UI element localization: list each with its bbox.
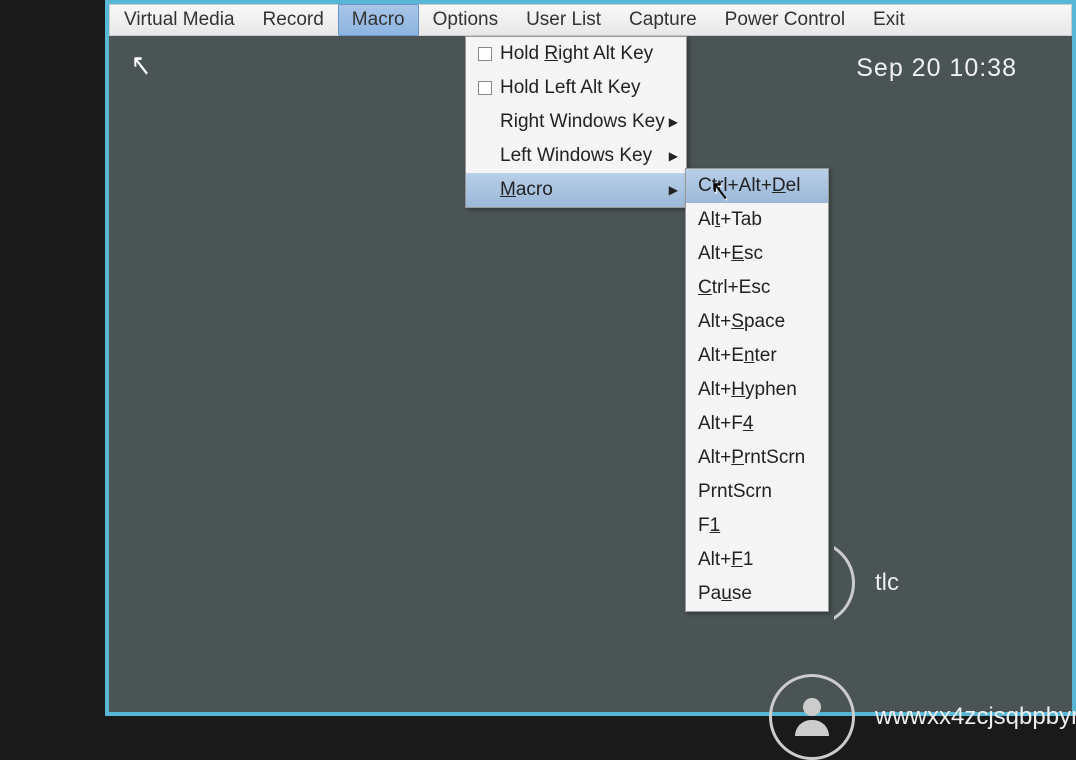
- macro-alt-space[interactable]: Alt+Space: [686, 305, 828, 339]
- chevron-right-icon: ▶: [669, 183, 678, 197]
- menu-hold-left-alt[interactable]: Hold Left Alt Key: [466, 71, 686, 105]
- chevron-right-icon: ▶: [669, 115, 678, 129]
- menu-macro[interactable]: Macro: [338, 4, 419, 36]
- menu-label: Macro: [500, 179, 553, 201]
- menu-label: Left Windows Key: [500, 145, 652, 167]
- cursor-icon: ↖: [711, 174, 729, 208]
- menu-label: Alt+F1: [698, 549, 753, 571]
- checkbox-icon: [478, 47, 492, 61]
- menu-label: Hold Left Alt Key: [500, 77, 640, 99]
- macro-dropdown: Hold Right Alt Key Hold Left Alt Key Rig…: [465, 36, 687, 208]
- clock: Sep 20 10:38: [856, 54, 1017, 83]
- menu-macro-submenu[interactable]: Macro ▶: [466, 173, 686, 207]
- macro-alt-esc[interactable]: Alt+Esc: [686, 237, 828, 271]
- menu-label: Alt+Enter: [698, 345, 777, 367]
- menu-label: Alt+Space: [698, 311, 785, 333]
- macro-alt-hyphen[interactable]: Alt+Hyphen: [686, 373, 828, 407]
- menu-label: Alt+Esc: [698, 243, 763, 265]
- menu-options[interactable]: Options: [419, 4, 512, 36]
- menu-label: Alt+PrntScrn: [698, 447, 805, 469]
- macro-alt-tab[interactable]: Alt+Tab: [686, 203, 828, 237]
- menu-hold-right-alt[interactable]: Hold Right Alt Key: [466, 37, 686, 71]
- menu-label: Pause: [698, 583, 752, 605]
- menu-power-control[interactable]: Power Control: [711, 4, 859, 36]
- person-icon: [793, 698, 831, 736]
- macro-pause[interactable]: Pause: [686, 577, 828, 611]
- menu-label: Alt+F4: [698, 413, 753, 435]
- menu-label: F1: [698, 515, 720, 537]
- macro-f1[interactable]: F1: [686, 509, 828, 543]
- chevron-right-icon: ▶: [669, 149, 678, 163]
- menu-exit[interactable]: Exit: [859, 4, 919, 36]
- kvm-viewer-frame: Virtual Media Record Macro Options User …: [105, 0, 1076, 716]
- menu-virtual-media[interactable]: Virtual Media: [110, 4, 249, 36]
- macro-alt-prntscrn[interactable]: Alt+PrntScrn: [686, 441, 828, 475]
- macro-ctrl-alt-del[interactable]: Ctrl+Alt+Del: [686, 169, 828, 203]
- menu-capture[interactable]: Capture: [615, 4, 711, 36]
- menu-user-list[interactable]: User List: [512, 4, 615, 36]
- user-entry[interactable]: wwwxx4zcjsqbpbynkudy: [769, 674, 1076, 760]
- menu-label: Hold Right Alt Key: [500, 43, 653, 65]
- username-label: wwwxx4zcjsqbpbynkudy: [875, 703, 1076, 731]
- macro-submenu: Ctrl+Alt+Del Alt+Tab Alt+Esc Ctrl+Esc Al…: [685, 168, 829, 612]
- username-label: tlc: [875, 569, 899, 597]
- menu-record[interactable]: Record: [249, 4, 338, 36]
- menubar: Virtual Media Record Macro Options User …: [109, 4, 1072, 36]
- menu-label: Right Windows Key: [500, 111, 665, 133]
- cursor-icon: ↖: [131, 47, 151, 85]
- macro-alt-f1[interactable]: Alt+F1: [686, 543, 828, 577]
- menu-right-windows-key[interactable]: Right Windows Key ▶: [466, 105, 686, 139]
- macro-prntscrn[interactable]: PrntScrn: [686, 475, 828, 509]
- macro-alt-f4[interactable]: Alt+F4: [686, 407, 828, 441]
- macro-alt-enter[interactable]: Alt+Enter: [686, 339, 828, 373]
- macro-ctrl-esc[interactable]: Ctrl+Esc: [686, 271, 828, 305]
- avatar: [769, 674, 855, 760]
- menu-label: Alt+Tab: [698, 209, 762, 231]
- menu-label: PrntScrn: [698, 481, 772, 503]
- checkbox-icon: [478, 81, 492, 95]
- menu-label: Ctrl+Esc: [698, 277, 770, 299]
- menu-left-windows-key[interactable]: Left Windows Key ▶: [466, 139, 686, 173]
- menu-label: Alt+Hyphen: [698, 379, 797, 401]
